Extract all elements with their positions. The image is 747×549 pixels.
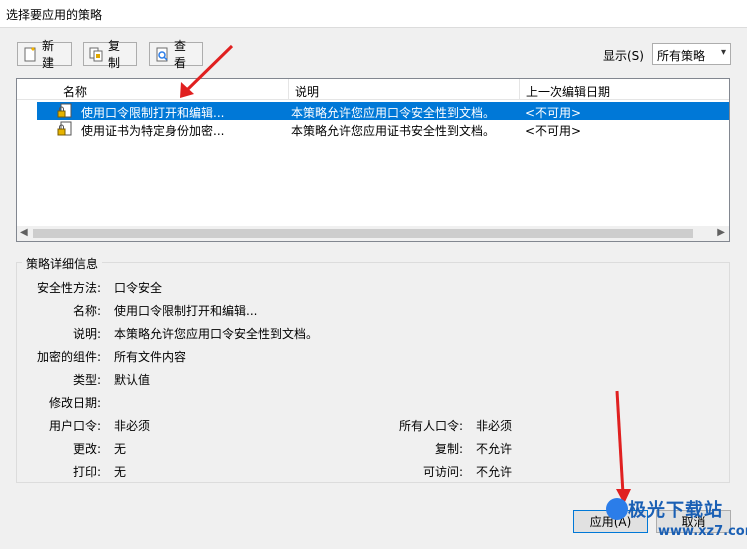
- scroll-right-icon[interactable]: ▶: [717, 227, 725, 238]
- owner-password-label: 所有人口令:: [398, 419, 463, 433]
- copy-label: 复制:: [434, 442, 463, 456]
- list-header: 名称 说明 上一次编辑日期: [17, 79, 729, 100]
- scroll-left-icon[interactable]: ◀: [20, 227, 28, 238]
- view-policy-button[interactable]: 查看: [149, 39, 203, 70]
- policy-name: 使用口令限制打开和编辑...: [81, 106, 225, 120]
- cancel-button-label: 取消: [681, 515, 706, 529]
- new-policy-button[interactable]: 新建: [17, 39, 72, 70]
- scrollbar-thumb[interactable]: [33, 229, 693, 238]
- new-policy-label: 新建: [42, 39, 55, 70]
- password-policy-icon: [57, 103, 73, 119]
- view-policy-label: 查看: [174, 39, 187, 70]
- security-method-label: 安全性方法:: [36, 281, 101, 295]
- description-value: 本策略允许您应用口令安全性到文档。: [114, 327, 319, 341]
- chevron-down-icon: ▾: [720, 47, 726, 58]
- column-header-description[interactable]: 说明: [289, 79, 520, 100]
- policy-name: 使用证书为特定身份加密...: [81, 124, 225, 138]
- print-value: 无: [114, 465, 127, 479]
- user-password-value: 非必须: [114, 419, 151, 433]
- horizontal-scrollbar[interactable]: ◀ ▶: [17, 226, 729, 241]
- cancel-button[interactable]: 取消: [656, 510, 731, 533]
- new-document-icon: [22, 46, 38, 62]
- copy-value: 不允许: [476, 442, 513, 456]
- view-icon: [154, 46, 170, 62]
- type-label: 类型:: [72, 373, 101, 387]
- print-label: 打印:: [72, 465, 101, 479]
- copy-policy-button[interactable]: 复制: [83, 39, 137, 70]
- type-value: 默认值: [114, 373, 151, 387]
- owner-password-value: 非必须: [476, 419, 513, 433]
- show-filter-value: 所有策略: [657, 49, 706, 63]
- certificate-policy-icon: [57, 121, 73, 137]
- name-label: 名称:: [72, 304, 101, 318]
- column-header-last-edited[interactable]: 上一次编辑日期: [520, 79, 729, 100]
- user-password-label: 用户口令:: [48, 419, 101, 433]
- apply-button-label: 应用(A): [589, 515, 632, 529]
- policy-date: <不可用>: [525, 124, 582, 138]
- show-filter-select[interactable]: 所有策略 ▾: [652, 43, 731, 65]
- policy-details-title: 策略详细信息: [22, 255, 103, 272]
- accessible-value: 不允许: [476, 465, 513, 479]
- policy-description: 本策略允许您应用证书安全性到文档。: [291, 124, 496, 138]
- policy-date: <不可用>: [525, 106, 582, 120]
- change-label: 更改:: [72, 442, 101, 456]
- show-filter-label: 显示(S): [603, 49, 644, 63]
- dialog-titlebar: 选择要应用的策略: [0, 0, 747, 28]
- policy-list[interactable]: 名称 说明 上一次编辑日期 使用口令限制打开和编辑... 本策略允许您应用口令安…: [16, 78, 730, 242]
- policy-row[interactable]: 使用证书为特定身份加密... 本策略允许您应用证书安全性到文档。 <不可用>: [37, 120, 729, 138]
- description-label: 说明:: [72, 327, 101, 341]
- change-value: 无: [114, 442, 127, 456]
- policy-description: 本策略允许您应用口令安全性到文档。: [291, 106, 496, 120]
- accessible-label: 可访问:: [422, 465, 463, 479]
- policy-row[interactable]: 使用口令限制打开和编辑... 本策略允许您应用口令安全性到文档。 <不可用>: [37, 102, 729, 120]
- column-header-name[interactable]: 名称: [57, 79, 289, 100]
- security-method-value: 口令安全: [114, 281, 163, 295]
- name-value: 使用口令限制打开和编辑...: [114, 304, 258, 318]
- copy-policy-label: 复制: [108, 39, 121, 70]
- copy-icon: [88, 46, 104, 62]
- apply-button[interactable]: 应用(A): [573, 510, 648, 533]
- encrypted-components-value: 所有文件内容: [114, 350, 187, 364]
- encrypted-components-label: 加密的组件:: [36, 350, 101, 364]
- modified-date-label: 修改日期:: [48, 396, 101, 410]
- dialog-title: 选择要应用的策略: [6, 8, 103, 22]
